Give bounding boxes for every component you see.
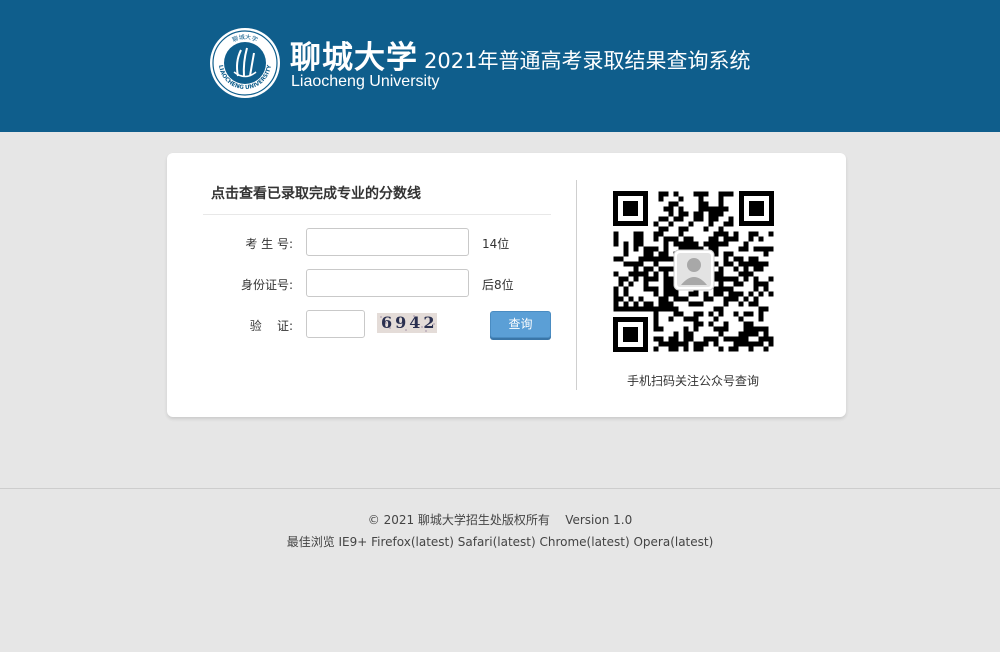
header-banner: LIAOCHENG UNIVERSITY 聊城大学 聊城大学 2021年普通高考… [0, 0, 1000, 132]
id-number-input[interactable] [306, 269, 469, 297]
title-divider [203, 214, 551, 215]
captcha-label: 验 证: [249, 319, 293, 333]
vertical-divider [576, 180, 577, 390]
footer-copyright: © 2021 聊城大学招生处版权所有 Version 1.0 [367, 513, 633, 527]
exam-number-input[interactable] [306, 228, 469, 256]
university-logo-icon: LIAOCHENG UNIVERSITY 聊城大学 [210, 28, 280, 98]
footer-browser-info: 最佳浏览 IE9+ Firefox(latest) Safari(latest)… [286, 535, 714, 549]
footer-divider [0, 488, 1000, 489]
score-line-link[interactable]: 点击查看已录取完成专业的分数线 [211, 183, 421, 203]
qr-code-icon [613, 191, 774, 352]
captcha-input[interactable] [306, 310, 365, 338]
university-name-en: Liaocheng University [291, 73, 440, 90]
qr-caption: 手机扫码关注公众号查询 [627, 374, 760, 388]
captcha-image[interactable]: 6942 [377, 313, 437, 333]
captcha-text: 6942 [381, 313, 437, 332]
id-number-hint: 后8位 [482, 278, 514, 292]
university-name-cn: 聊城大学 [290, 40, 418, 76]
exam-number-label: 考 生 号: [245, 237, 293, 251]
query-card: 点击查看已录取完成专业的分数线 考 生 号: 14位 身份证号: 后8位 验 证… [167, 153, 846, 417]
id-number-label: 身份证号: [240, 278, 293, 292]
system-title: 2021年普通高考录取结果查询系统 [424, 49, 751, 73]
query-button[interactable]: 查询 [490, 311, 551, 338]
exam-number-hint: 14位 [482, 237, 510, 251]
